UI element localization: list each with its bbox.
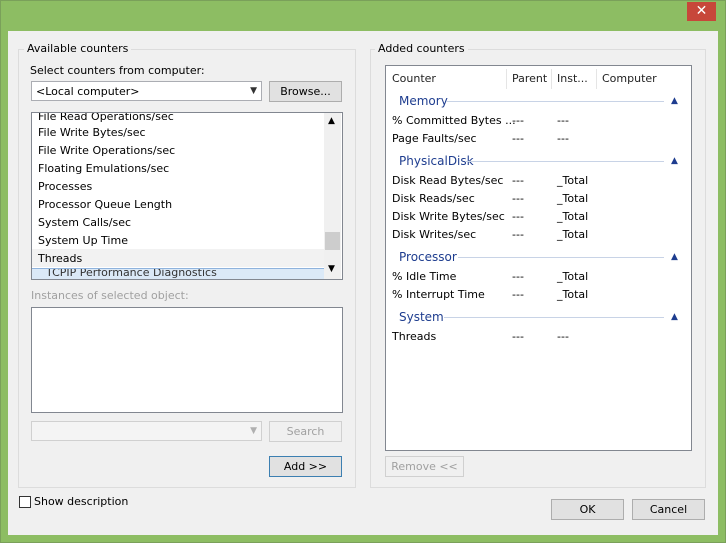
remove-button[interactable]: Remove << — [385, 456, 464, 477]
counter-instance: _Total — [557, 192, 589, 205]
list-item[interactable]: System Calls/sec — [38, 214, 131, 232]
category-divider — [444, 317, 664, 318]
select-computer-label: Select counters from computer: — [30, 64, 205, 77]
counter-name[interactable]: Disk Write Bytes/sec — [392, 208, 505, 226]
counter-instance: --- — [557, 114, 569, 127]
counter-name[interactable]: Page Faults/sec — [392, 130, 477, 148]
counter-name[interactable]: % Committed Bytes ... — [392, 112, 516, 130]
collapse-chevron-icon[interactable]: ▲ — [671, 312, 678, 322]
computer-select[interactable]: <Local computer> ▼ — [31, 81, 262, 101]
counter-parent: --- — [512, 210, 524, 223]
available-counters-label: Available counters — [24, 42, 132, 55]
chevron-up-icon[interactable]: ▲ — [328, 116, 335, 126]
counter-name[interactable]: Disk Read Bytes/sec — [392, 172, 503, 190]
chevron-down-icon[interactable]: ▼ — [328, 264, 335, 274]
add-button[interactable]: Add >> — [269, 456, 342, 477]
chevron-down-icon[interactable]: ▼ — [250, 82, 257, 101]
list-item[interactable]: System Up Time — [38, 232, 128, 250]
counter-name[interactable]: Disk Writes/sec — [392, 226, 476, 244]
column-divider[interactable] — [596, 69, 597, 89]
chevron-down-icon[interactable]: ▼ — [250, 422, 257, 441]
instances-list[interactable] — [31, 307, 343, 413]
list-item[interactable]: Processes — [38, 178, 92, 196]
added-counters-list[interactable]: Counter Parent Inst... Computer Memory ▲… — [385, 65, 692, 451]
cancel-button[interactable]: Cancel — [632, 499, 705, 520]
counter-name[interactable]: Threads — [392, 328, 436, 346]
category-memory[interactable]: Memory — [399, 94, 448, 108]
counters-list[interactable]: File Read Operations/sec File Write Byte… — [31, 112, 343, 280]
counter-parent: --- — [512, 270, 524, 283]
column-header-counter[interactable]: Counter — [392, 70, 436, 88]
counter-parent: --- — [512, 330, 524, 343]
column-divider[interactable] — [506, 69, 507, 89]
close-button[interactable]: ✕ — [687, 2, 716, 21]
ok-button[interactable]: OK — [551, 499, 624, 520]
counter-instance: --- — [557, 132, 569, 145]
column-header-computer[interactable]: Computer — [602, 70, 657, 88]
show-description-checkbox[interactable] — [19, 496, 31, 508]
counter-instance: --- — [557, 330, 569, 343]
browse-button[interactable]: Browse... — [269, 81, 342, 102]
category-divider — [466, 161, 664, 162]
column-header-instance[interactable]: Inst... — [557, 70, 588, 88]
category-divider — [446, 101, 664, 102]
counter-name[interactable]: Disk Reads/sec — [392, 190, 475, 208]
counter-name[interactable]: % Interrupt Time — [392, 286, 485, 304]
list-item[interactable]: File Write Bytes/sec — [38, 124, 146, 142]
add-counters-dialog: ✕ Available counters Select counters fro… — [0, 0, 726, 543]
counter-parent: --- — [512, 174, 524, 187]
category-system[interactable]: System — [399, 310, 444, 324]
counter-instance: _Total — [557, 270, 589, 283]
show-description-label[interactable]: Show description — [34, 495, 128, 508]
collapse-chevron-icon[interactable]: ▲ — [671, 96, 678, 106]
column-header-parent[interactable]: Parent — [512, 70, 547, 88]
column-divider[interactable] — [551, 69, 552, 89]
counter-instance: _Total — [557, 288, 589, 301]
collapse-chevron-icon[interactable]: ▲ — [671, 156, 678, 166]
list-item[interactable]: File Write Operations/sec — [38, 142, 175, 160]
counter-instance: _Total — [557, 210, 589, 223]
close-icon[interactable]: ✕ — [696, 3, 708, 19]
list-item-selected[interactable]: Threads — [38, 250, 82, 268]
list-item[interactable]: Floating Emulations/sec — [38, 160, 169, 178]
added-counters-label: Added counters — [375, 42, 468, 55]
counters-scrollbar[interactable]: ▲ ▼ — [324, 113, 341, 279]
search-button[interactable]: Search — [269, 421, 342, 442]
instances-label: Instances of selected object: — [31, 289, 189, 302]
counter-parent: --- — [512, 114, 524, 127]
category-divider — [458, 257, 664, 258]
category-physicaldisk[interactable]: PhysicalDisk — [399, 154, 474, 168]
title-bar — [1, 1, 725, 31]
scrollbar-thumb[interactable] — [325, 232, 340, 250]
counter-parent: --- — [512, 288, 524, 301]
counter-instance: _Total — [557, 174, 589, 187]
list-item[interactable]: Processor Queue Length — [38, 196, 172, 214]
collapse-chevron-icon[interactable]: ▲ — [671, 252, 678, 262]
counter-instance: _Total — [557, 228, 589, 241]
category-processor[interactable]: Processor — [399, 250, 457, 264]
counter-name[interactable]: % Idle Time — [392, 268, 456, 286]
dialog-client: Available counters Select counters from … — [8, 31, 718, 535]
computer-select-value: <Local computer> — [36, 85, 140, 98]
counter-parent: --- — [512, 132, 524, 145]
counter-parent: --- — [512, 228, 524, 241]
instance-search-input[interactable]: ▼ — [31, 421, 262, 441]
list-item[interactable]: TCPIP Performance Diagnostics — [32, 268, 324, 279]
counter-parent: --- — [512, 192, 524, 205]
